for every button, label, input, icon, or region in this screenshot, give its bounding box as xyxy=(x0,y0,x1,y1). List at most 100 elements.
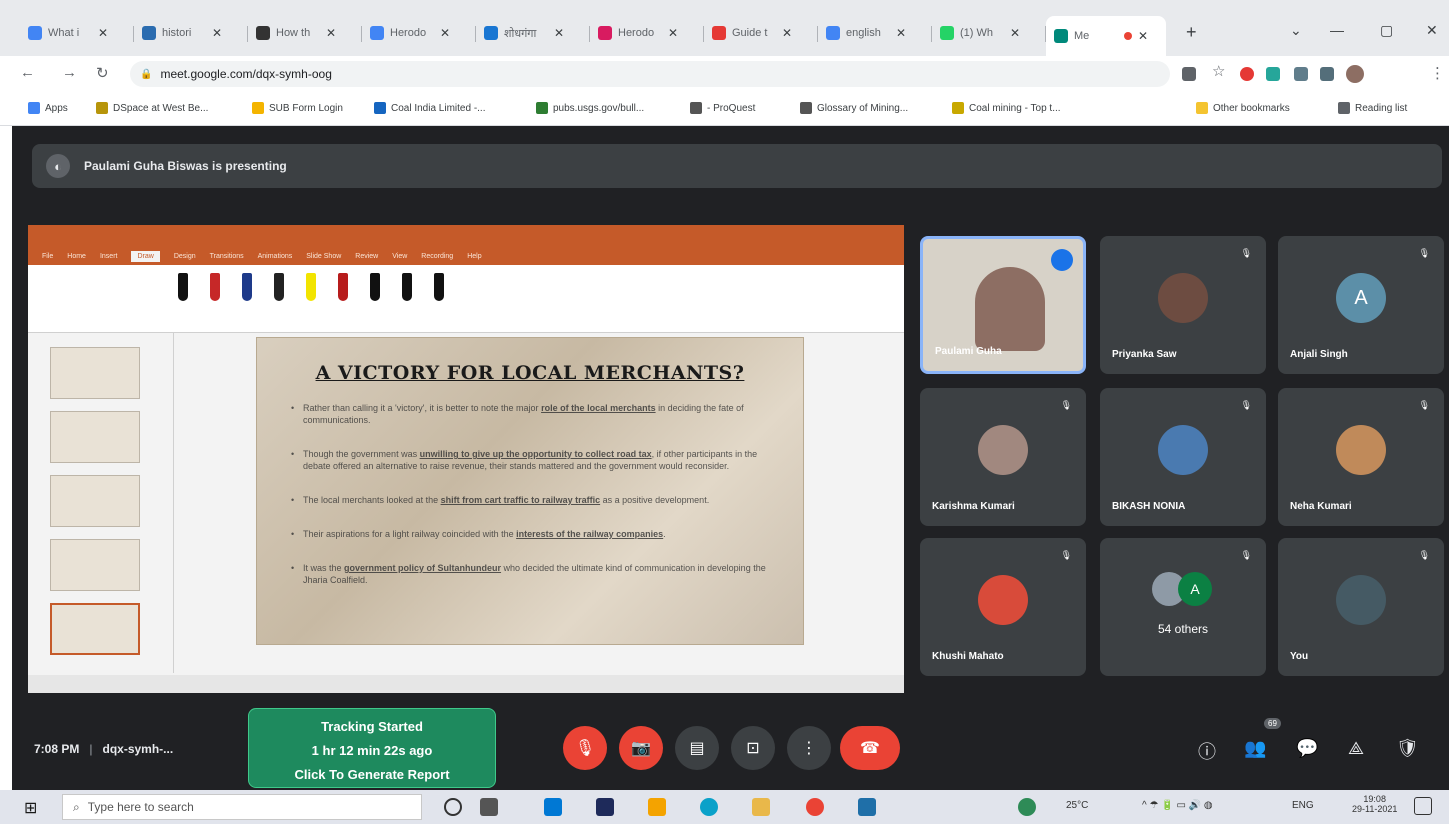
browser-tab[interactable]: Me ✕ xyxy=(1046,16,1166,56)
participant-tile[interactable]: 🎙 Priyanka Saw xyxy=(1100,236,1266,374)
tab-close-icon[interactable]: ✕ xyxy=(1138,29,1148,43)
bullet-text: Their aspirations for a light railway co… xyxy=(303,529,517,539)
bookmark-item[interactable]: Apps xyxy=(28,102,68,114)
tab-close-icon[interactable]: ✕ xyxy=(326,26,336,40)
participant-tile[interactable]: 🎙 BIKASH NONIA xyxy=(1100,388,1266,526)
present-now-button[interactable]: ⊡ xyxy=(731,726,775,770)
participant-tile[interactable]: 🎙 Neha Kumari xyxy=(1278,388,1444,526)
bookmark-item[interactable]: DSpace at West Be... xyxy=(96,102,208,114)
host-controls-icon[interactable]: 🛡 xyxy=(1396,738,1419,759)
extension-icon[interactable] xyxy=(1266,67,1280,81)
more-options-button[interactable]: ⋮ xyxy=(787,726,831,770)
minimize-button[interactable]: — xyxy=(1330,22,1344,38)
taskbar-clock[interactable]: 19:08 29-11-2021 xyxy=(1352,794,1397,814)
participant-tile[interactable]: 🎙 You xyxy=(1278,538,1444,676)
input-language[interactable]: ENG xyxy=(1292,800,1314,811)
browser-tab[interactable]: Guide t ✕ xyxy=(704,20,816,46)
opera-extension-icon[interactable] xyxy=(1240,67,1254,81)
bookmark-label: Coal India Limited -... xyxy=(391,102,486,114)
profile-avatar[interactable] xyxy=(1346,65,1364,83)
bookmark-star-icon[interactable]: ☆ xyxy=(1212,62,1225,80)
tab-close-icon[interactable]: ✕ xyxy=(440,26,450,40)
bookmark-item[interactable]: SUB Form Login xyxy=(252,102,343,114)
close-window-button[interactable]: ✕ xyxy=(1426,22,1438,39)
captions-button[interactable]: ▤ xyxy=(675,726,719,770)
photos-icon[interactable] xyxy=(858,798,876,816)
browser-tab[interactable]: histori ✕ xyxy=(134,20,246,46)
browser-tab[interactable]: शोधगंगा ✕ xyxy=(476,20,588,46)
extension-icon[interactable] xyxy=(1294,67,1308,81)
browser-tab[interactable]: english ✕ xyxy=(818,20,930,46)
file-explorer-icon[interactable] xyxy=(752,798,770,816)
bookmark-label: DSpace at West Be... xyxy=(113,102,209,114)
mic-toggle-button[interactable]: 🎙 xyxy=(563,726,607,770)
forward-arrow-icon[interactable]: → xyxy=(62,64,77,81)
system-tray-icons[interactable]: ^ ☂ 🔋 ▭ 🔊 ◍ xyxy=(1142,800,1213,811)
bookmark-item[interactable]: Coal India Limited -... xyxy=(374,102,486,114)
taskbar-search-box[interactable]: ⌕ Type here to search xyxy=(62,794,422,820)
address-bar[interactable]: 🔒 meet.google.com/dqx-symh-oog xyxy=(130,61,1170,87)
new-tab-button[interactable]: + xyxy=(1186,22,1197,43)
activities-icon[interactable]: ⟁ xyxy=(1348,738,1364,759)
pen-red-icon xyxy=(210,273,220,301)
avatar: A xyxy=(1178,572,1212,606)
windows-start-icon[interactable]: ⊞ xyxy=(24,798,37,818)
tab-close-icon[interactable]: ✕ xyxy=(554,26,564,40)
chrome-icon[interactable] xyxy=(806,798,824,816)
bookmark-item[interactable]: Reading list xyxy=(1338,102,1407,114)
slide-bullet: The local merchants looked at the shift … xyxy=(291,494,769,506)
tab-close-icon[interactable]: ✕ xyxy=(1010,26,1020,40)
task-view-icon[interactable] xyxy=(480,798,498,816)
store-icon[interactable] xyxy=(544,798,562,816)
browser-tab[interactable]: What i ✕ xyxy=(20,20,132,46)
participant-tile[interactable]: A 🎙 Anjali Singh xyxy=(1278,236,1444,374)
puzzle-extensions-icon[interactable] xyxy=(1320,67,1334,81)
browser-tab[interactable]: (1) Wh ✕ xyxy=(932,20,1044,46)
dropbox-icon[interactable] xyxy=(596,798,614,816)
reload-icon[interactable]: ↻ xyxy=(96,64,109,82)
people-icon[interactable]: 👥 xyxy=(1244,738,1266,759)
bookmark-item[interactable]: - ProQuest xyxy=(690,102,755,114)
bullet-emphasis: interests of the railway companies xyxy=(516,529,664,539)
tab-close-icon[interactable]: ✕ xyxy=(212,26,222,40)
participant-tile[interactable]: Paulami Guha xyxy=(920,236,1086,374)
weather-temp[interactable]: 25°C xyxy=(1066,800,1088,811)
tab-search-icon[interactable]: ⌄ xyxy=(1290,22,1302,39)
meeting-info-icon[interactable]: ⓘ xyxy=(1198,738,1216,764)
pen-black-icon xyxy=(370,273,380,301)
back-arrow-icon[interactable]: ← xyxy=(20,64,35,81)
tracking-report-button[interactable]: Tracking Started 1 hr 12 min 22s ago Cli… xyxy=(248,708,496,788)
menu-kebab-icon[interactable]: ⋮ xyxy=(1430,64,1445,82)
browser-toolbar: ← → ↻ 🔒 meet.google.com/dqx-symh-oog ☆ ⋮ xyxy=(0,56,1449,92)
bookmark-item[interactable]: Glossary of Mining... xyxy=(800,102,908,114)
bookmark-favicon-icon xyxy=(1196,102,1208,114)
powerpoint-taskbar-icon[interactable] xyxy=(648,798,666,816)
participant-tile[interactable]: A 54 others 🎙 xyxy=(1100,538,1266,676)
notifications-icon[interactable] xyxy=(1414,797,1432,815)
browser-tab[interactable]: Herodo ✕ xyxy=(590,20,702,46)
participant-tile[interactable]: 🎙 Karishma Kumari xyxy=(920,388,1086,526)
participant-count-badge: 69 xyxy=(1264,718,1281,729)
mic-muted-icon: 🎙 xyxy=(1240,550,1252,560)
bookmark-item[interactable]: Other bookmarks xyxy=(1196,102,1290,114)
bookmark-item[interactable]: pubs.usgs.gov/bull... xyxy=(536,102,644,114)
camera-indicator-icon[interactable] xyxy=(1182,67,1196,81)
camera-toggle-button[interactable]: 📷 xyxy=(619,726,663,770)
tab-close-icon[interactable]: ✕ xyxy=(98,26,108,40)
tab-close-icon[interactable]: ✕ xyxy=(896,26,906,40)
camera-off-icon: 📷 xyxy=(631,740,651,757)
browser-tab[interactable]: How th ✕ xyxy=(248,20,360,46)
participant-tile[interactable]: 🎙 Khushi Mahato xyxy=(920,538,1086,676)
bookmark-label: Reading list xyxy=(1355,102,1408,114)
tab-close-icon[interactable]: ✕ xyxy=(782,26,792,40)
cortana-icon[interactable] xyxy=(444,798,462,816)
chat-icon[interactable]: 💬 xyxy=(1296,738,1318,759)
browser-tab[interactable]: Herodo ✕ xyxy=(362,20,474,46)
tray-app-icon[interactable] xyxy=(1018,798,1036,816)
tab-close-icon[interactable]: ✕ xyxy=(668,26,678,40)
tab-favicon-icon xyxy=(712,26,726,40)
maximize-button[interactable]: ▢ xyxy=(1380,22,1393,39)
leave-call-button[interactable]: ☎ xyxy=(840,726,900,770)
edge-icon[interactable] xyxy=(700,798,718,816)
bookmark-item[interactable]: Coal mining - Top t... xyxy=(952,102,1061,114)
